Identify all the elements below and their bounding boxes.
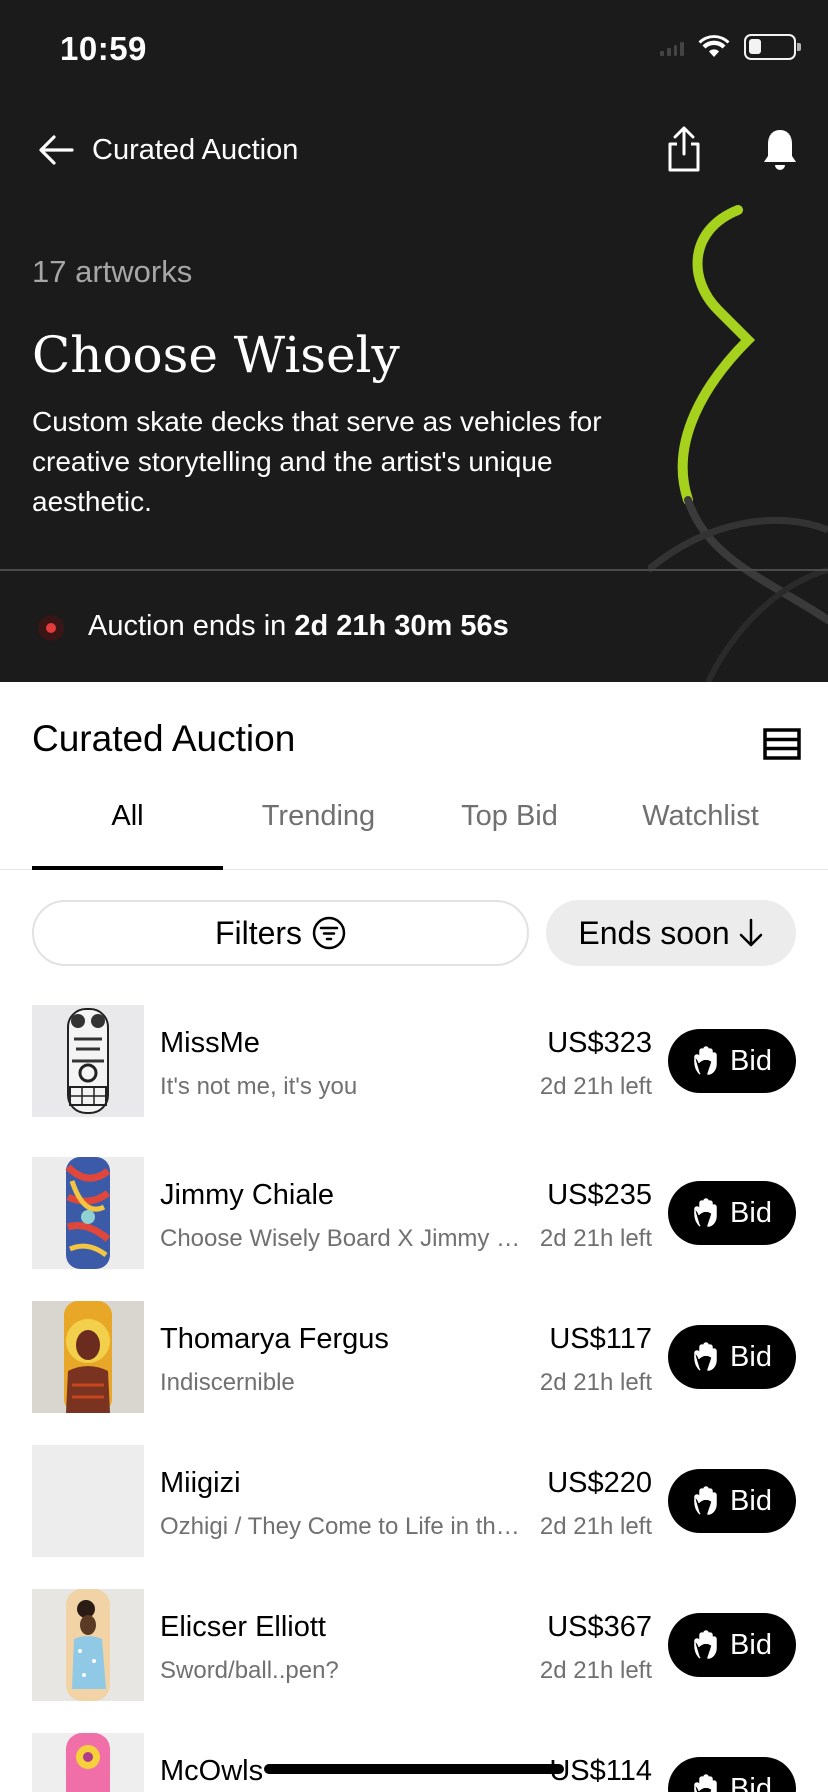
bell-icon[interactable] (760, 126, 800, 174)
lot-price: US$235 (547, 1179, 652, 1211)
lot-artist: Thomarya Fergus (160, 1323, 389, 1355)
lot-artist: McOwls (160, 1755, 264, 1787)
lot-artist: Miigizi (160, 1467, 241, 1499)
artwork-thumbnail (32, 1005, 144, 1117)
bid-button[interactable]: Bid (668, 1029, 796, 1093)
back-arrow-icon[interactable] (36, 132, 76, 168)
hand-raise-icon (694, 1046, 717, 1075)
nav-bar: Curated Auction (0, 122, 828, 178)
auction-title: Choose Wisely (32, 326, 400, 384)
lot-price: US$367 (547, 1611, 652, 1643)
bid-button[interactable]: Bid (668, 1181, 796, 1245)
lot-time-left: 2d 21h left (535, 1225, 652, 1253)
bid-label: Bid (730, 1196, 772, 1229)
cellular-signal-icon (660, 38, 684, 56)
active-tab-indicator (32, 866, 223, 870)
tab-watchlist[interactable]: Watchlist (605, 784, 796, 870)
home-indicator[interactable] (264, 1764, 564, 1774)
artwork-thumbnail (32, 1589, 144, 1701)
artwork-thumbnail (32, 1301, 144, 1413)
tab-all[interactable]: All (32, 784, 223, 870)
bid-label: Bid (730, 1772, 772, 1792)
bid-button[interactable]: Bid (668, 1325, 796, 1389)
divider (0, 569, 828, 571)
bid-button[interactable]: Bid (668, 1469, 796, 1533)
hand-raise-icon (694, 1486, 717, 1515)
sort-label: Ends soon (578, 914, 730, 951)
nav-title: Curated Auction (92, 134, 299, 166)
bid-label: Bid (730, 1484, 772, 1517)
artwork-thumbnail (32, 1445, 144, 1557)
lot-price: US$117 (549, 1323, 652, 1355)
share-icon[interactable] (664, 124, 704, 174)
countdown-text: Auction ends in 2d 21h 30m 56s (88, 610, 509, 643)
filters-label: Filters (214, 914, 303, 951)
lot-artist: Jimmy Chiale (160, 1179, 335, 1211)
lot-tabs: All Trending Top Bid Watchlist (0, 784, 828, 870)
section-title: Curated Auction (32, 718, 296, 759)
auction-description: Custom skate decks that serve as vehicle… (32, 406, 602, 517)
artwork-thumbnail (32, 1733, 144, 1792)
tab-top-bid[interactable]: Top Bid (414, 784, 605, 870)
auction-header: 10:59 Curated Auction 17 artworks Choose… (0, 0, 828, 682)
live-indicator-icon (38, 615, 64, 641)
lot-row[interactable]: Miigizi Ozhigi / They Come to Life in th… (0, 1445, 828, 1557)
battery-icon (744, 34, 801, 60)
lot-price: US$220 (547, 1467, 652, 1499)
lot-artist: MissMe (160, 1027, 260, 1059)
list-view-icon[interactable] (762, 726, 802, 762)
countdown-value: 2d 21h 30m 56s (294, 610, 509, 642)
lot-row[interactable]: Jimmy Chiale Choose Wisely Board X Jimmy… (0, 1157, 828, 1269)
hand-raise-icon (694, 1774, 717, 1792)
filter-bar: Filters Ends soon (0, 900, 828, 966)
hand-raise-icon (694, 1630, 717, 1659)
countdown-prefix: Auction ends in (88, 610, 295, 642)
bid-label: Bid (730, 1044, 772, 1077)
status-time: 10:59 (60, 30, 147, 67)
lot-time-left: 2d 21h left (535, 1513, 652, 1541)
filter-icon (312, 916, 346, 950)
lot-row[interactable]: Thomarya Fergus Indiscernible US$117 2d … (0, 1301, 828, 1413)
lot-row[interactable]: McOwls US$114 Bid (0, 1733, 828, 1792)
lot-title: Sword/ball..pen? (160, 1657, 339, 1684)
arrow-down-icon (739, 918, 762, 947)
lot-time-left: 2d 21h left (535, 1073, 652, 1101)
lot-title: Choose Wisely Board X Jimmy Chiale (160, 1225, 530, 1252)
lot-title: Indiscernible (160, 1369, 295, 1396)
sort-button[interactable]: Ends soon (546, 900, 796, 966)
bid-button[interactable]: Bid (668, 1757, 796, 1792)
bid-button[interactable]: Bid (668, 1613, 796, 1677)
status-bar: 10:59 (0, 0, 828, 100)
artwork-thumbnail (32, 1157, 144, 1269)
filters-button[interactable]: Filters (32, 900, 529, 966)
lot-title: Ozhigi / They Come to Life in the Spring (160, 1513, 530, 1540)
wifi-icon (698, 35, 730, 57)
lot-price: US$114 (549, 1755, 652, 1787)
bid-label: Bid (730, 1340, 772, 1373)
artwork-count: 17 artworks (32, 254, 193, 289)
lot-row[interactable]: MissMe It's not me, it's you US$323 2d 2… (0, 1005, 828, 1117)
lot-time-left: 2d 21h left (535, 1369, 652, 1397)
auction-countdown: Auction ends in 2d 21h 30m 56s (0, 600, 828, 656)
lot-artist: Elicser Elliott (160, 1611, 326, 1643)
lot-time-left: 2d 21h left (535, 1657, 652, 1685)
lot-title: It's not me, it's you (160, 1073, 358, 1100)
battery-level (749, 39, 761, 54)
hand-raise-icon (694, 1342, 717, 1371)
bid-label: Bid (730, 1628, 772, 1661)
status-icons (660, 34, 801, 60)
lot-row[interactable]: Elicser Elliott Sword/ball..pen? US$367 … (0, 1589, 828, 1701)
lot-price: US$323 (547, 1027, 652, 1059)
tab-trending[interactable]: Trending (223, 784, 414, 870)
hand-raise-icon (694, 1198, 717, 1227)
